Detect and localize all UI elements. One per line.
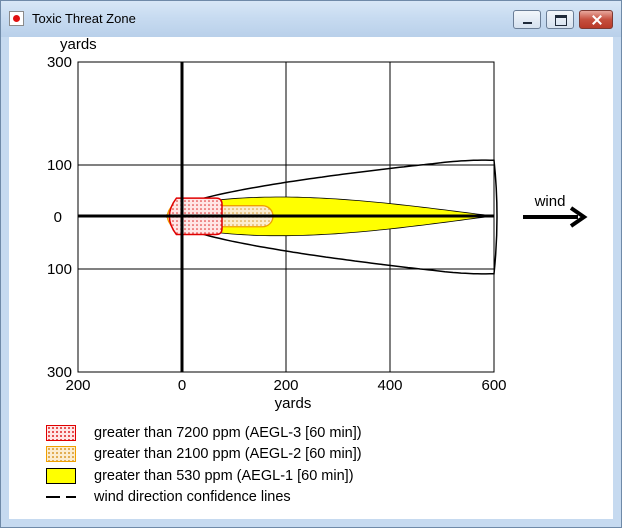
legend-item-aegl3: greater than 7200 ppm (AEGL-3 [60 min]) xyxy=(46,423,362,443)
legend-item-confidence: wind direction confidence lines xyxy=(46,487,291,507)
aegl3-swatch-icon xyxy=(46,425,76,441)
x-tick-label: 600 xyxy=(481,377,506,394)
aegl2-swatch-icon xyxy=(46,446,76,462)
legend-label: greater than 530 ppm (AEGL-1 [60 min]) xyxy=(94,468,354,484)
x-tick-label: 0 xyxy=(178,377,186,394)
legend-item-aegl1: greater than 530 ppm (AEGL-1 [60 min]) xyxy=(46,466,354,486)
legend-label: wind direction confidence lines xyxy=(94,489,291,505)
dashed-line-icon xyxy=(46,496,76,498)
y-tick-label: 300 xyxy=(47,364,72,381)
legend-label: greater than 2100 ppm (AEGL-2 [60 min]) xyxy=(94,446,362,462)
aegl1-swatch-icon xyxy=(46,468,76,484)
legend-label: greater than 7200 ppm (AEGL-3 [60 min]) xyxy=(94,425,362,441)
legend-item-aegl2: greater than 2100 ppm (AEGL-2 [60 min]) xyxy=(46,444,362,464)
wind-arrow-icon xyxy=(523,206,588,228)
x-tick-label: 400 xyxy=(377,377,402,394)
x-axis-unit-label: yards xyxy=(275,395,312,412)
x-tick-label: 200 xyxy=(273,377,298,394)
y-tick-label: 100 xyxy=(47,261,72,278)
y-tick-label: 100 xyxy=(47,157,72,174)
y-axis-unit-label: yards xyxy=(60,36,97,53)
y-tick-label: 0 xyxy=(54,209,62,226)
y-tick-label: 300 xyxy=(47,54,72,71)
wind-label: wind xyxy=(534,193,566,210)
